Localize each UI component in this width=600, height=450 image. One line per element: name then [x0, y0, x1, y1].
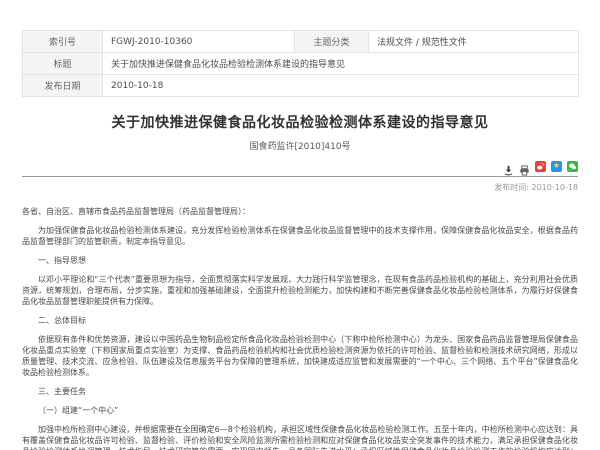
share-weibo-icon[interactable] [535, 161, 546, 172]
section-heading: （一）组建“一个中心” [22, 405, 578, 416]
title-value: 关于加快推进保健食品化妆品检验检测体系建设的指导意见 [103, 53, 579, 75]
index-value: FGWJ-2010-10360 [103, 31, 295, 53]
table-row: 发布日期 2010-10-18 [23, 75, 579, 97]
table-row: 索引号 FGWJ-2010-10360 主题分类 法规文件 / 规范性文件 [23, 31, 579, 53]
paragraph: 各省、自治区、直辖市食品药品监督管理局（药品监督管理局）： [22, 206, 578, 217]
paragraph: 加强中检所检测中心建设，并根据需要在全国确定6—8个检验机构，承担区域性保健食品… [22, 424, 578, 450]
publish-time-label: 发布时间: [494, 183, 529, 192]
paragraph: 为加强保健食品化妆品检验检测体系建设，充分发挥检验检测体系在保健食品化妆品监督管… [22, 225, 578, 247]
date-value: 2010-10-18 [103, 75, 579, 97]
document-page: 索引号 FGWJ-2010-10360 主题分类 法规文件 / 规范性文件 标题… [0, 0, 600, 450]
doc-number: 国食药监许[2010]410号 [22, 139, 578, 152]
divider [22, 176, 578, 177]
toolbar: ★ [22, 160, 578, 172]
print-icon[interactable] [519, 161, 530, 172]
table-row: 标题 关于加快推进保健食品化妆品检验检测体系建设的指导意见 [23, 53, 579, 75]
share-wechat-icon[interactable] [567, 161, 578, 172]
paragraph: 依据现有条件和优势资源，建设以中国药品生物制品检定所食品化妆品检验检测中心（下称… [22, 334, 578, 378]
category-label: 主题分类 [295, 31, 369, 53]
metadata-table: 索引号 FGWJ-2010-10360 主题分类 法规文件 / 规范性文件 标题… [22, 30, 579, 97]
section-heading: 三、主要任务 [22, 386, 578, 397]
publish-time-value: 2010-10-18 [532, 183, 579, 192]
section-heading: 二、总体目标 [22, 315, 578, 326]
paragraph: 以邓小平理论和“三个代表”重要思想为指导，全面贯彻落实科学发展观，大力践行科学监… [22, 274, 578, 307]
category-value: 法规文件 / 规范性文件 [369, 31, 579, 53]
index-label: 索引号 [23, 31, 103, 53]
section-heading: 一、指导思想 [22, 255, 578, 266]
download-icon[interactable] [503, 161, 514, 172]
title-label: 标题 [23, 53, 103, 75]
date-label: 发布日期 [23, 75, 103, 97]
document-body: 各省、自治区、直辖市食品药品监督管理局（药品监督管理局）： 为加强保健食品化妆品检… [22, 206, 578, 450]
share-qzone-icon[interactable]: ★ [551, 161, 562, 172]
page-title: 关于加快推进保健食品化妆品检验检测体系建设的指导意见 [22, 112, 578, 132]
publish-time: 发布时间: 2010-10-18 [22, 182, 578, 193]
